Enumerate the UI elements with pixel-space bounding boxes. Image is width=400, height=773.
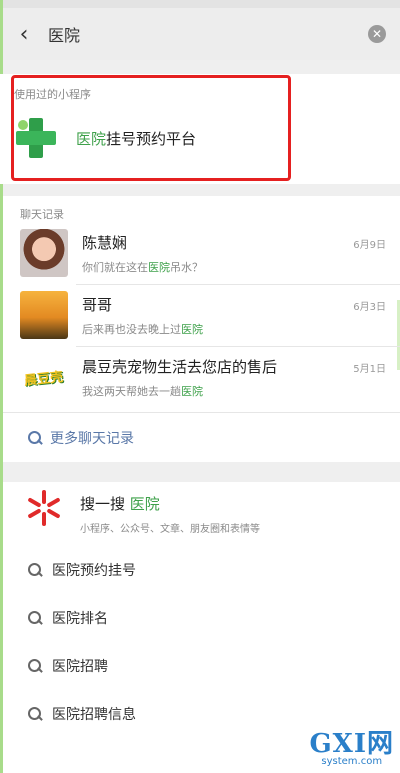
search-suggestion[interactable]: 医院招聘 — [0, 642, 400, 690]
chat-record-item[interactable]: 哥哥 6月3日 后来再也没去晚上过医院 — [0, 284, 400, 346]
avatar — [20, 291, 68, 339]
search-icon — [28, 563, 42, 577]
suggestion-label: 医院排名 — [52, 611, 108, 627]
search-icon — [28, 430, 42, 445]
avatar: 晨豆壳 — [20, 353, 68, 401]
search-bar: ‹ 医院 ✕ — [0, 8, 400, 60]
chat-record-item[interactable]: 陈慧娴 6月9日 你们就在这在医院吊水？ — [0, 222, 400, 284]
chat-message: 我这两天帮她去一趟医院 — [82, 384, 203, 398]
search-suggestion[interactable]: 医院预约挂号 — [0, 546, 400, 594]
chat-message: 后来再也没去晚上过医院 — [82, 322, 203, 336]
clear-icon[interactable]: ✕ — [368, 25, 386, 43]
watermark-logo: GXI网 system.com — [309, 729, 394, 767]
chat-records-section: 聊天记录 陈慧娴 6月9日 你们就在这在医院吊水？ 哥哥 6月3日 后来再也没去… — [0, 196, 400, 462]
sou-yi-sou-title: 搜一搜 医院 — [80, 495, 160, 513]
chat-records-title: 聊天记录 — [20, 208, 64, 221]
chat-name: 晨豆壳宠物生活去您店的售后 — [82, 357, 278, 376]
chat-name: 哥哥 — [82, 295, 113, 314]
chat-record-item[interactable]: 晨豆壳 晨豆壳宠物生活去您店的售后 5月1日 我这两天帮她去一趟医院 — [0, 346, 400, 408]
search-query[interactable]: 医院 — [48, 22, 368, 46]
status-bar — [0, 0, 400, 8]
sou-yi-sou-item[interactable]: 搜一搜 医院 小程序、公众号、文章、朋友圈和表情等 — [0, 482, 400, 546]
search-icon — [28, 611, 42, 625]
mini-program-section: 使用过的小程序 医院挂号预约平台 — [0, 74, 400, 184]
search-icon — [28, 707, 42, 721]
chat-message: 你们就在这在医院吊水？ — [82, 260, 203, 274]
suggestion-label: 医院招聘 — [52, 659, 108, 675]
chat-time: 5月1日 — [353, 363, 386, 375]
chat-time: 6月9日 — [353, 239, 386, 251]
avatar — [20, 229, 68, 277]
chat-name: 陈慧娴 — [82, 233, 128, 252]
back-icon[interactable]: ‹ — [14, 22, 34, 47]
sou-yi-sou-icon — [24, 490, 64, 534]
suggestion-label: 医院招聘信息 — [52, 707, 136, 723]
search-suggestion[interactable]: 医院排名 — [0, 594, 400, 642]
suggestion-label: 医院预约挂号 — [52, 563, 136, 579]
medical-cross-icon — [14, 116, 58, 160]
search-icon — [28, 659, 42, 673]
chat-time: 6月3日 — [353, 301, 386, 313]
more-chat-records-label: 更多聊天记录 — [50, 430, 134, 447]
more-chat-records-link[interactable]: 更多聊天记录 — [0, 412, 400, 462]
sou-yi-sou-subtitle: 小程序、公众号、文章、朋友圈和表情等 — [80, 524, 260, 535]
